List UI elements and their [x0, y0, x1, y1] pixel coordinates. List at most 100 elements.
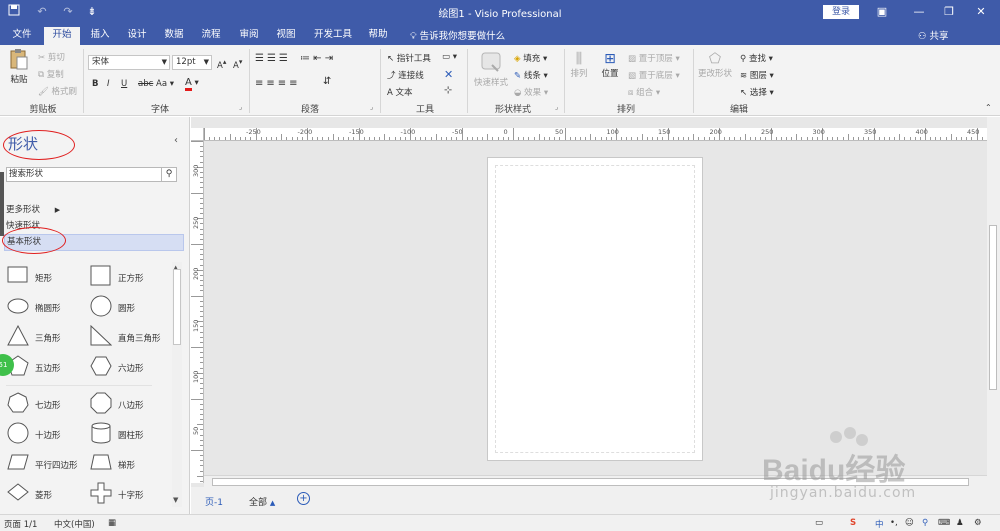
tab-insert[interactable]: 插入 [86, 27, 114, 45]
tab-help[interactable]: 帮助 [364, 27, 392, 45]
tab-review[interactable]: 审阅 [235, 27, 263, 45]
ruler-tick [688, 137, 690, 140]
tab-developer[interactable]: 开发工具 [310, 27, 356, 45]
paste-button[interactable]: 粘贴 [8, 48, 30, 96]
stencil-cylinder[interactable]: 圆柱形 [90, 422, 170, 446]
language-status[interactable]: 中文(中国) [54, 518, 95, 530]
skin-icon[interactable]: ♟ [956, 518, 964, 528]
pointer-tool-button[interactable]: ↖ 指针工具 [387, 52, 431, 64]
list-buttons[interactable]: ≔ ⇤ ⇥ [300, 53, 333, 64]
tab-data[interactable]: 数据 [160, 27, 188, 45]
stencil-diamond[interactable]: 菱形 [7, 482, 87, 506]
rectangle-tool-button[interactable]: ▭ ▾ [442, 52, 457, 62]
stencil-square[interactable]: 正方形 [90, 265, 170, 289]
more-shapes-item[interactable]: 更多形状 ▶ [6, 203, 60, 215]
align-button[interactable]: ⫼ 排列 [569, 51, 589, 79]
group-button[interactable]: ⧈ 组合 ▾ [628, 86, 660, 98]
ribbon-display-icon[interactable]: ▣ [873, 4, 891, 20]
bold-button[interactable]: B [92, 79, 98, 89]
display-icon[interactable]: ▭ [815, 518, 823, 528]
text-direction-button[interactable]: ⇵ [323, 76, 331, 87]
stencil-trapezoid[interactable]: 梯形 [90, 452, 170, 476]
close-icon[interactable]: ✕ [444, 68, 453, 81]
layers-button[interactable]: ≋ 图层 ▾ [740, 69, 774, 81]
dialog-launcher-icon[interactable]: ⌟ [555, 103, 558, 111]
stencil-octagon[interactable]: 八边形 [90, 392, 170, 416]
stencil-circle[interactable]: 圆形 [90, 295, 170, 319]
stencil-hexagon[interactable]: 六边形 [90, 355, 170, 379]
cut-button[interactable]: ✂︎ 剪切 [38, 51, 65, 63]
quick-styles-button[interactable]: 快速样式 [473, 51, 509, 88]
stencil-pentagon[interactable]: 五边形 [7, 355, 87, 379]
font-size-select[interactable]: 12pt ▼ [172, 55, 212, 70]
bring-to-front-button[interactable]: ▨ 置于顶层 ▾ [628, 52, 680, 64]
scroll-thumb[interactable] [989, 225, 997, 390]
vertical-align-buttons[interactable]: ☰☰☰ [255, 53, 291, 64]
dialog-launcher-icon[interactable]: ⌟ [239, 103, 242, 111]
change-shape-button[interactable]: ⬠ 更改形状 [697, 51, 733, 79]
minimize-icon[interactable]: — [910, 4, 928, 20]
scroll-down-icon[interactable]: ▼ [173, 496, 178, 504]
strikethrough-button[interactable]: abc [138, 79, 153, 89]
send-to-back-button[interactable]: ▧ 置于底层 ▾ [628, 69, 680, 81]
find-button[interactable]: ⚲ 查找 ▾ [740, 52, 773, 64]
tab-file[interactable]: 文件 [8, 27, 36, 45]
macro-icon[interactable]: ▦ [108, 518, 116, 528]
tab-home[interactable]: 开始 [44, 27, 80, 45]
collapse-pane-icon[interactable]: ‹ [174, 135, 178, 146]
tab-process[interactable]: 流程 [197, 27, 225, 45]
font-color-button[interactable]: A ▾ [185, 77, 199, 91]
stencil-decagon[interactable]: 十边形 [7, 422, 87, 446]
stencil-heptagon[interactable]: 七边形 [7, 392, 87, 416]
search-icon[interactable]: ⚲ [161, 167, 177, 182]
ime-logo-icon[interactable]: S [850, 518, 856, 528]
grow-font-button[interactable]: A▴ [217, 57, 226, 71]
emoji-icon[interactable]: ☺ [905, 518, 914, 528]
shrink-font-button[interactable]: A▾ [233, 57, 242, 71]
stencil-rectangle[interactable]: 矩形 [7, 265, 87, 289]
connector-button[interactable]: ⤴ 连接线 [387, 69, 424, 81]
connection-point-icon[interactable]: ⊹ [444, 85, 452, 96]
copy-button[interactable]: ⧉ 复制 [38, 68, 64, 80]
format-painter-button[interactable]: 🖌︎ 格式刷 [38, 85, 77, 97]
effects-button[interactable]: ◒ 效果 ▾ [514, 86, 548, 98]
change-case-button[interactable]: Aa ▾ [156, 79, 174, 89]
login-button[interactable]: 登录 [823, 5, 859, 19]
stencil-right-triangle[interactable]: 直角三角形 [90, 325, 170, 349]
text-tool-button[interactable]: A 文本 [387, 86, 413, 98]
tell-me-search[interactable]: 💡︎ 告诉我你想要做什么 [410, 28, 505, 42]
horizontal-align-buttons[interactable]: ≡≡≡≡ [255, 78, 301, 89]
ime-lang-icon[interactable]: 中 [875, 518, 884, 530]
page-number-status[interactable]: 页面 1/1 [4, 518, 37, 530]
pane-handle[interactable] [0, 172, 4, 236]
close-icon[interactable]: ✕ [972, 4, 990, 20]
mic-icon[interactable]: ⚲ [922, 518, 928, 528]
drawing-page[interactable] [487, 157, 703, 461]
page-tab[interactable]: 页-1 [205, 495, 223, 508]
underline-button[interactable]: U [121, 79, 127, 89]
tab-view[interactable]: 视图 [272, 27, 300, 45]
stencil-parallelogram[interactable]: 平行四边形 [7, 452, 87, 476]
restore-icon[interactable]: ❐ [940, 4, 958, 20]
position-button[interactable]: ⊞ 位置 [598, 51, 622, 79]
stencil-scroll-thumb[interactable] [173, 269, 181, 345]
keyboard-icon[interactable]: ⌨ [938, 518, 950, 528]
search-shapes-input[interactable]: 搜索形状 [6, 167, 176, 182]
italic-button[interactable]: I [107, 79, 110, 89]
collapse-ribbon-icon[interactable]: ⌃ [985, 103, 992, 112]
stencil-triangle[interactable]: 三角形 [7, 325, 87, 349]
line-button[interactable]: ✎ 线条 ▾ [514, 69, 548, 81]
dialog-launcher-icon[interactable]: ⌟ [370, 103, 373, 111]
share-button[interactable]: ⚇ 共享 [918, 28, 949, 42]
add-page-icon[interactable]: + [297, 492, 310, 505]
ime-punct-icon[interactable]: •, [890, 518, 898, 528]
tab-design[interactable]: 设计 [123, 27, 151, 45]
fill-button[interactable]: ◈ 填充 ▾ [514, 52, 547, 64]
select-button[interactable]: ↖ 选择 ▾ [740, 86, 774, 98]
stencil-ellipse[interactable]: 椭圆形 [7, 295, 87, 319]
stencil-cross[interactable]: 十字形 [90, 482, 170, 506]
ruler-label: 400 [915, 128, 928, 136]
toolbox-icon[interactable]: ⚙ [974, 518, 982, 528]
font-family-select[interactable]: 宋体 ▼ [88, 55, 170, 70]
all-pages-tab[interactable]: 全部 ▲ [249, 495, 275, 508]
